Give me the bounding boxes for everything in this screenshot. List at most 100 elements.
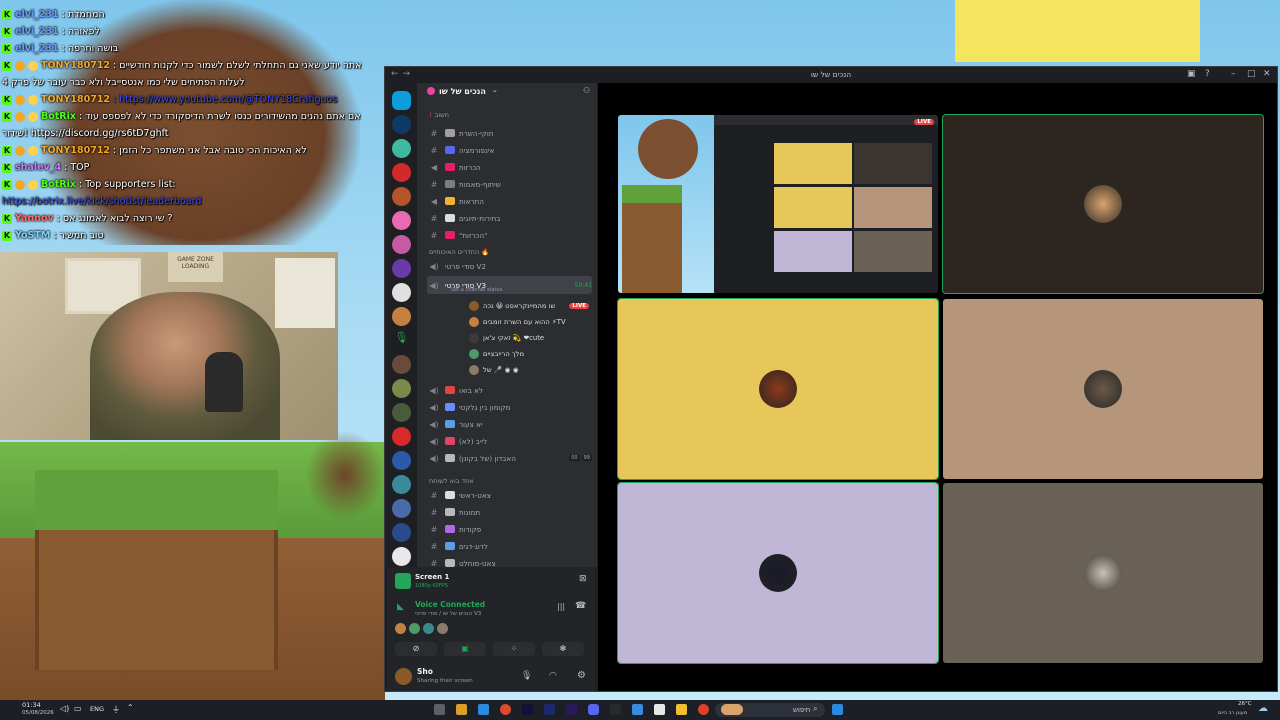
channel-item[interactable]: # צאט-מוחלט (427, 556, 592, 567)
channel-item[interactable]: ◀) יא צעור (427, 417, 592, 431)
channel-item[interactable]: ◀) לא בואו (427, 383, 592, 397)
chat-username[interactable]: elvi_231 (15, 6, 59, 23)
maximize-icon[interactable]: □ (1247, 69, 1256, 79)
brave-icon[interactable] (698, 704, 709, 715)
participant-tile[interactable] (617, 482, 939, 664)
discord-taskbar-icon[interactable] (588, 704, 599, 715)
screen-share-tile[interactable]: LIVE (618, 115, 938, 293)
folder-icon[interactable] (676, 704, 687, 715)
channel-item[interactable]: # תמונות (427, 505, 592, 519)
voice-user[interactable]: זאקי צ'אן 💫 ❤cute (469, 331, 589, 345)
channel-item[interactable]: ◀) מקומון בין גלקטי (427, 400, 592, 414)
server-icon-5[interactable] (392, 235, 411, 254)
voice-connected-channel[interactable]: הנכים של שו / סודי פרטי V3 (415, 611, 481, 617)
channel-item[interactable]: ◀) האבדון (של בקונן) 00 99 (427, 451, 592, 465)
chat-username[interactable]: YoSTM (15, 227, 50, 244)
avatar[interactable] (395, 668, 412, 685)
server-icon-9[interactable] (392, 355, 411, 374)
server-icon-17[interactable] (392, 547, 411, 566)
clock-time[interactable]: 01:34 (22, 701, 41, 709)
weather-text[interactable]: מעונן רב היום (1218, 710, 1247, 716)
soundboard-button[interactable]: ✻ (542, 642, 584, 656)
chat-username[interactable]: shalev_4 (15, 159, 61, 176)
steam-icon[interactable] (610, 704, 621, 715)
chat-username[interactable]: elvi_231 (15, 23, 59, 40)
server-header[interactable]: הנכים של שו ⌄ ⚇ (417, 83, 597, 105)
chat-username[interactable]: TONY180712 (41, 91, 110, 108)
server-icon-10[interactable] (392, 379, 411, 398)
activities-button[interactable]: ⁘ (493, 642, 535, 656)
calendar-icon[interactable] (654, 704, 665, 715)
server-icon-7[interactable] (392, 283, 411, 302)
participant-tile[interactable] (943, 483, 1263, 663)
voice-server-icon[interactable]: 🎙 (392, 331, 411, 350)
channel-item[interactable]: # "הכרזות" (427, 228, 592, 242)
voice-category[interactable]: החדרים האיכותיים 🔥 (429, 246, 589, 258)
chat-text[interactable]: : https://www.youtube.com/@TONY18Crafigu… (113, 91, 337, 108)
channel-item[interactable]: # צאט-ראשי (427, 488, 592, 502)
server-icon-2[interactable] (392, 163, 411, 182)
voice-user[interactable]: ההוא עם השרת זומבים ⚡TV (469, 315, 589, 329)
premiere-icon[interactable] (566, 704, 577, 715)
text-category[interactable]: אחד בוא לשוחח (429, 475, 589, 487)
server-icon-4[interactable] (392, 211, 411, 230)
help-icon[interactable]: ? (1205, 69, 1210, 79)
network-icon[interactable]: ▭ (74, 704, 82, 713)
channel-item[interactable]: ◀) לייב (לא) (427, 434, 592, 448)
headphones-icon[interactable]: ◠ (549, 671, 557, 681)
channel-item[interactable]: ◀ הכרזות (427, 160, 592, 174)
channel-item[interactable]: ◀) סודי פרטי V2 (427, 259, 592, 273)
server-icon-14[interactable] (392, 475, 411, 494)
chrome-icon[interactable] (500, 704, 511, 715)
photoshop-icon[interactable] (544, 704, 555, 715)
after-effects-icon[interactable] (522, 704, 533, 715)
voice-user[interactable]: מלך הרייבציים (469, 347, 589, 361)
channel-item[interactable]: # אינפורמציה (427, 143, 592, 157)
server-icon-6[interactable] (392, 259, 411, 278)
voice-user[interactable]: שו מהמיינקראפט 😀 נכה LIVE (469, 299, 589, 313)
taskbar-search[interactable]: חיפוש ⌕ (715, 703, 825, 717)
invite-people-icon[interactable]: ⚇ (583, 86, 590, 95)
channel-item[interactable]: # שיתוף-מאמות (427, 177, 592, 191)
screen-share-button[interactable]: ▣ (444, 642, 486, 656)
chat-username[interactable]: BotRix (41, 176, 76, 193)
chat-text[interactable]: https://botrix.live/kick/shotist/leaderb… (2, 193, 201, 210)
windows-start-icon[interactable] (832, 704, 843, 715)
voice-user[interactable]: של 🎤 ◉ ◉ (469, 363, 589, 377)
participant-tile[interactable] (943, 299, 1263, 479)
server-icon-12[interactable] (392, 427, 411, 446)
server-icon-v[interactable] (392, 115, 411, 134)
channel-item[interactable]: # לדוג-דגים (427, 539, 592, 553)
clock-date[interactable]: 05/08/2026 (22, 710, 54, 716)
chat-username[interactable]: elvi_231 (15, 40, 59, 57)
task-view-icon[interactable] (434, 704, 445, 715)
stream-preview[interactable]: Screen 1 1080p 60FPS ⊠ (393, 571, 589, 593)
channel-item[interactable]: # בחירות-תיוגים (427, 211, 592, 225)
chevron-up-icon[interactable]: ⌃ (127, 703, 134, 712)
home-icon[interactable] (392, 91, 411, 110)
vscode-icon[interactable] (478, 704, 489, 715)
server-icon-16[interactable] (392, 523, 411, 542)
file-app-icon[interactable] (456, 704, 467, 715)
server-icon-8[interactable] (392, 307, 411, 326)
language-indicator[interactable]: ENG (90, 705, 104, 713)
mic-tray-icon[interactable]: ⏚ (112, 704, 120, 715)
participant-tile[interactable] (942, 114, 1264, 294)
server-icon-1[interactable] (392, 139, 411, 158)
inbox-icon[interactable]: ▣ (1187, 69, 1196, 79)
noise-suppression-icon[interactable]: ||| (557, 602, 565, 611)
channel-item[interactable]: # פקודות (427, 522, 592, 536)
gear-icon[interactable]: ⚙ (577, 670, 586, 681)
chat-username[interactable]: TONY180712 (41, 57, 110, 74)
chat-username[interactable]: BotRix (41, 108, 76, 125)
microphone-icon[interactable]: 🎙 (521, 671, 532, 681)
weather-temp[interactable]: 26°C (1238, 701, 1252, 707)
channel-item[interactable]: ◀ התראות (427, 194, 592, 208)
server-icon-11[interactable] (392, 403, 411, 422)
close-icon[interactable]: ✕ (1263, 69, 1271, 79)
channel-category[interactable]: ! חשוב (429, 109, 589, 121)
channel-item[interactable]: ◀) סודי פרטי V3 59:41 Set a channel status (427, 276, 592, 294)
channel-item[interactable]: # חוקי-השרת (427, 126, 592, 140)
volume-icon[interactable]: ◁) (60, 704, 69, 713)
disconnect-icon[interactable]: ☎ (575, 601, 586, 611)
